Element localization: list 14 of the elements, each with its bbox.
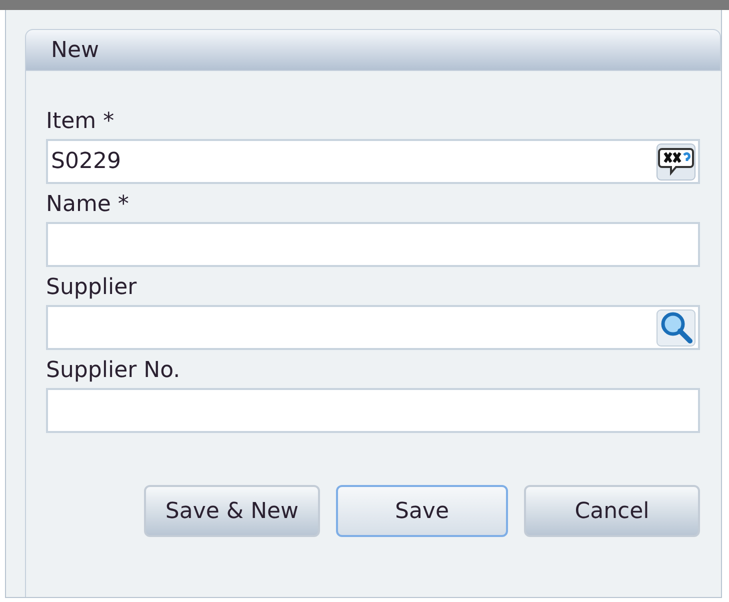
dialog-button[interactable]: Save & New <box>144 485 320 537</box>
input-field[interactable] <box>46 388 700 433</box>
field-label: Item * <box>46 108 116 136</box>
search-icon[interactable] <box>656 308 696 346</box>
speech-bubble-icon[interactable] <box>656 142 696 180</box>
field-label: Name * <box>46 191 130 219</box>
input-field[interactable] <box>46 222 700 267</box>
panel-title: New <box>51 36 99 64</box>
dialog-button[interactable]: Save <box>336 485 508 537</box>
field-label: Supplier No. <box>46 357 182 385</box>
input-field[interactable]: S0229 <box>46 139 700 184</box>
input-field[interactable] <box>46 305 700 350</box>
dialog-button[interactable]: Cancel <box>524 485 700 537</box>
field-label: Supplier <box>46 274 138 302</box>
